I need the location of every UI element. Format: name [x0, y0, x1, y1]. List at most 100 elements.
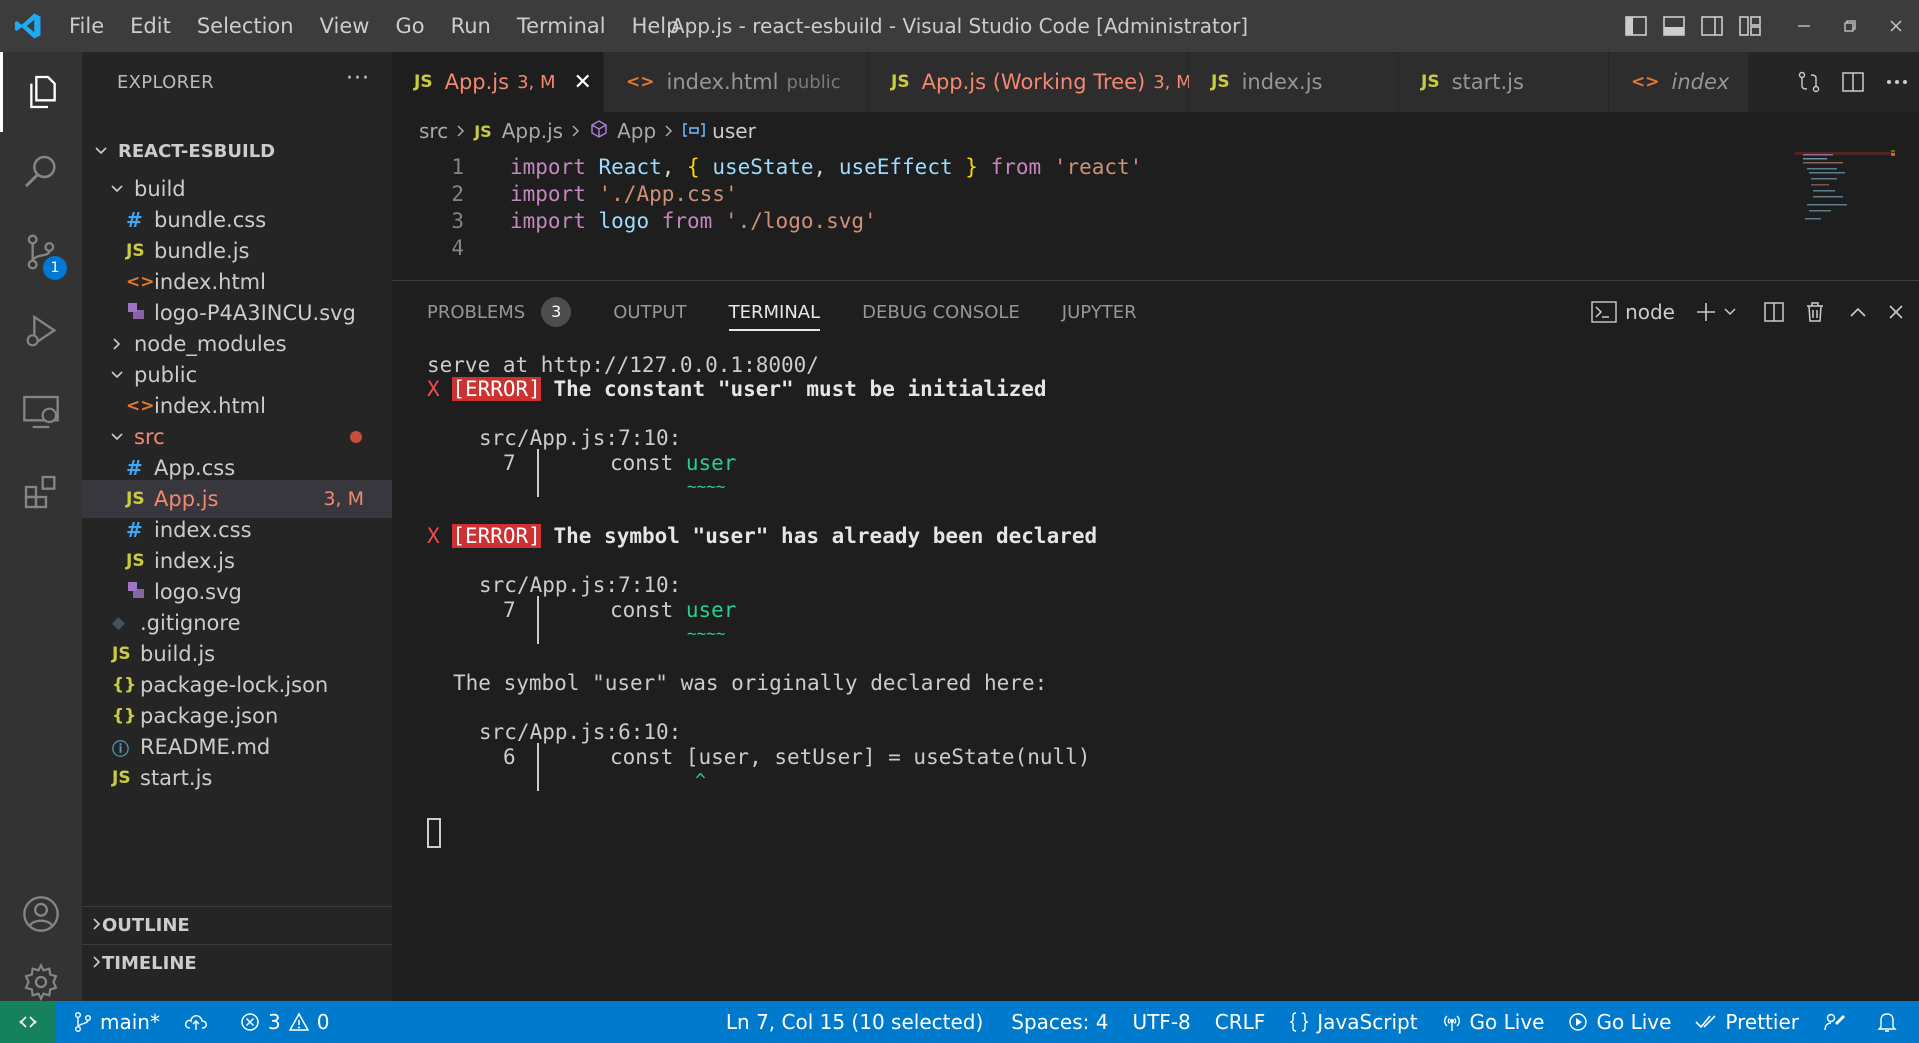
- run-debug-icon[interactable]: [0, 292, 82, 372]
- git-branch[interactable]: main*: [56, 1001, 172, 1043]
- terminal-error-line: X [ERROR] The constant "user" must be in…: [427, 377, 1047, 401]
- js-file-icon: JS: [112, 768, 131, 788]
- explorer-icon[interactable]: [0, 52, 82, 132]
- panel-actions: node: [1577, 281, 1905, 343]
- chevron-right-icon: [92, 915, 102, 936]
- open-changes-icon[interactable]: [1787, 52, 1831, 112]
- line-endings[interactable]: CRLF: [1203, 1001, 1278, 1043]
- braces-icon: [1289, 1012, 1309, 1032]
- outline-section[interactable]: OUTLINE: [82, 906, 392, 944]
- search-icon[interactable]: [0, 132, 82, 212]
- minimize-icon[interactable]: [1781, 0, 1827, 52]
- close-panel-icon[interactable]: [1887, 281, 1905, 343]
- menu-selection[interactable]: Selection: [184, 0, 307, 52]
- activity-bar: 1: [0, 52, 82, 1002]
- tab-index-html[interactable]: <> index.html public: [604, 52, 869, 112]
- chevron-down-icon: [108, 370, 126, 380]
- indentation[interactable]: Spaces: 4: [995, 1001, 1120, 1043]
- problems-count-badge: 3: [541, 297, 572, 327]
- breadcrumb-symbol[interactable]: user: [712, 119, 756, 143]
- terminal-cursor: [427, 818, 441, 848]
- explorer-title: EXPLORER: [117, 71, 214, 93]
- split-terminal-icon[interactable]: [1763, 281, 1785, 343]
- breadcrumb-component[interactable]: App: [617, 119, 656, 143]
- remote-explorer-icon[interactable]: [0, 372, 82, 452]
- menu-terminal[interactable]: Terminal: [504, 0, 619, 52]
- tab-app-js-working-tree[interactable]: JS App.js (Working Tree) 3, M: [869, 52, 1192, 112]
- svg-file-icon: [126, 301, 154, 326]
- more-actions-icon[interactable]: [1875, 52, 1919, 112]
- customize-layout-icon[interactable]: [1731, 0, 1769, 52]
- maximize-panel-chevron-up-icon[interactable]: [1849, 281, 1867, 343]
- go-live-1[interactable]: Go Live: [1430, 1001, 1557, 1043]
- encoding[interactable]: UTF-8: [1120, 1001, 1202, 1043]
- tab-problems[interactable]: PROBLEMS 3: [427, 281, 572, 343]
- tab-output[interactable]: OUTPUT: [613, 281, 686, 343]
- tree-file-start-js[interactable]: JS start.js: [82, 759, 392, 797]
- bottom-panel: PROBLEMS 3 OUTPUT TERMINAL DEBUG CONSOLE …: [392, 280, 1919, 1001]
- play-circle-icon: [1569, 1013, 1588, 1031]
- tree-label: README.md: [140, 735, 271, 759]
- chevron-down-icon: [92, 146, 110, 156]
- gutter-bar: [537, 449, 539, 497]
- tree-label: start.js: [140, 766, 213, 790]
- tab-app-js[interactable]: JS App.js 3, M ✕: [392, 52, 604, 112]
- cursor-position[interactable]: Ln 7, Col 15 (10 selected): [714, 1001, 995, 1043]
- menu-file[interactable]: File: [56, 0, 117, 52]
- tab-index-js[interactable]: JS index.js: [1189, 52, 1399, 112]
- new-terminal-plus-icon[interactable]: [1695, 281, 1717, 343]
- breadcrumb-folder[interactable]: src: [419, 119, 448, 143]
- tree-label: App.js: [154, 487, 219, 511]
- toggle-panel-icon[interactable]: [1655, 0, 1693, 52]
- code-editor[interactable]: 1 import React, { useState, useEffect } …: [392, 150, 1919, 280]
- split-editor-icon[interactable]: [1831, 52, 1875, 112]
- timeline-section[interactable]: TIMELINE: [82, 944, 392, 982]
- toggle-secondary-sidebar-icon[interactable]: [1693, 0, 1731, 52]
- sync-changes-icon[interactable]: [172, 1001, 228, 1043]
- minimap[interactable]: [1795, 150, 1895, 250]
- menu-view[interactable]: View: [307, 0, 383, 52]
- tree-label: src: [134, 425, 165, 449]
- panel-tabs: PROBLEMS 3 OUTPUT TERMINAL DEBUG CONSOLE …: [392, 281, 1179, 343]
- feedback-icon[interactable]: [1811, 1001, 1865, 1043]
- language-mode[interactable]: JavaScript: [1277, 1001, 1429, 1043]
- terminal-code-line: 6: [503, 745, 516, 769]
- remote-indicator-icon[interactable]: [0, 1001, 56, 1043]
- trash-icon[interactable]: [1805, 281, 1825, 343]
- tab-label: App.js (Working Tree): [921, 70, 1146, 94]
- tab-index-preview[interactable]: <> index: [1609, 52, 1749, 112]
- tab-label: JUPYTER: [1061, 301, 1137, 323]
- tab-start-js[interactable]: JS start.js: [1399, 52, 1609, 112]
- source-control-icon[interactable]: 1: [0, 212, 82, 292]
- prettier-status[interactable]: Prettier: [1683, 1001, 1811, 1043]
- chevron-down-icon[interactable]: [1723, 281, 1737, 343]
- menu-go[interactable]: Go: [382, 0, 437, 52]
- menu-run[interactable]: Run: [438, 0, 504, 52]
- go-live-2[interactable]: Go Live: [1556, 1001, 1683, 1043]
- breadcrumb-file[interactable]: App.js: [502, 119, 563, 143]
- svg-file-icon: [126, 580, 154, 605]
- tab-debug-console[interactable]: DEBUG CONSOLE: [862, 281, 1020, 343]
- problems-status[interactable]: 3 0: [228, 1001, 341, 1043]
- extensions-icon[interactable]: [0, 452, 82, 532]
- tab-terminal[interactable]: TERMINAL: [728, 281, 820, 343]
- folder-root[interactable]: REACT-ESBUILD: [82, 132, 392, 170]
- go-live-label: Go Live: [1469, 1010, 1545, 1034]
- toggle-primary-sidebar-icon[interactable]: [1617, 0, 1655, 52]
- terminal-selector[interactable]: node: [1591, 281, 1675, 343]
- close-icon[interactable]: ✕: [574, 70, 592, 95]
- terminal-location: src/App.js:7:10:: [479, 573, 682, 597]
- tab-jupyter[interactable]: JUPYTER: [1062, 281, 1137, 343]
- menu-bar: File Edit Selection View Go Run Terminal…: [56, 0, 692, 52]
- close-window-icon[interactable]: [1873, 0, 1919, 52]
- symbol-variable-icon: [682, 119, 706, 143]
- menu-edit[interactable]: Edit: [117, 0, 184, 52]
- notifications-bell-icon[interactable]: [1865, 1001, 1919, 1043]
- restore-icon[interactable]: [1827, 0, 1873, 52]
- editor-tabs: JS App.js 3, M ✕ <> index.html public JS…: [392, 52, 1919, 112]
- terminal-note: The symbol "user" was originally declare…: [453, 671, 1048, 695]
- line-number: 2: [451, 181, 464, 206]
- terminal-code-line: 7: [503, 451, 516, 475]
- more-actions-icon[interactable]: ···: [346, 66, 370, 91]
- status-bar: main* 3 0 Ln 7, Col 15 (10 selected) Spa…: [0, 1001, 1919, 1043]
